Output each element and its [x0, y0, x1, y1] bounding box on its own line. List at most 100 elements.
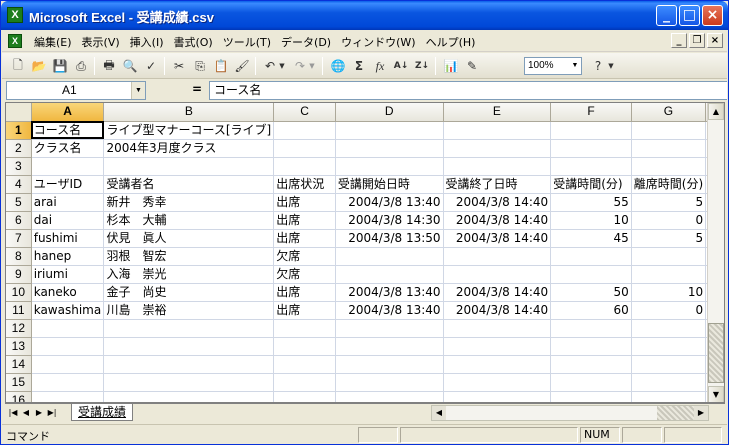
grid-cell[interactable] — [443, 247, 552, 266]
grid-cell[interactable] — [273, 373, 336, 392]
row-header[interactable]: 4 — [6, 175, 32, 194]
permission-icon[interactable]: ⎙ — [71, 56, 91, 76]
grid-cell[interactable] — [103, 391, 275, 402]
grid-cell[interactable] — [335, 319, 444, 338]
spelling-icon[interactable]: ✓ — [141, 56, 161, 76]
grid-cell[interactable] — [335, 337, 444, 356]
grid-cell[interactable] — [335, 121, 444, 140]
toolbar-options-icon[interactable]: ▼ — [606, 56, 616, 76]
row-header[interactable]: 7 — [6, 229, 32, 248]
row-header[interactable]: 2 — [6, 139, 32, 158]
grid-cell[interactable] — [273, 157, 336, 176]
select-all-corner[interactable] — [6, 103, 32, 122]
grid-cell[interactable] — [550, 247, 632, 266]
grid-cell[interactable] — [443, 157, 552, 176]
menu-item[interactable]: 書式(O) — [168, 34, 217, 50]
menu-item[interactable]: ウィンドウ(W) — [336, 34, 420, 50]
redo-dropdown-icon[interactable]: ▼ — [307, 56, 317, 76]
maximize-button[interactable]: □ — [679, 5, 700, 26]
row-header[interactable]: 3 — [6, 157, 32, 176]
grid-cell[interactable]: 2004/3/8 14:40 — [443, 301, 552, 320]
grid-cell[interactable]: 出席 — [273, 211, 336, 230]
last-sheet-icon[interactable]: ▶| — [46, 406, 58, 419]
grid-cell[interactable]: 出席 — [273, 301, 336, 320]
grid-cell[interactable] — [631, 337, 707, 356]
undo-dropdown-icon[interactable]: ▼ — [277, 56, 287, 76]
scroll-left-icon[interactable]: ◀ — [432, 406, 446, 420]
grid-cell[interactable] — [335, 355, 444, 374]
save-icon[interactable]: 💾 — [50, 56, 70, 76]
grid-cell[interactable] — [273, 337, 336, 356]
menu-item[interactable]: ツール(T) — [218, 34, 276, 50]
grid-cell[interactable] — [550, 121, 632, 140]
grid-cell[interactable]: 60 — [550, 301, 632, 320]
grid-cell[interactable] — [335, 265, 444, 284]
grid-cell[interactable]: 5 — [631, 193, 707, 212]
print-preview-icon[interactable]: 🔍 — [120, 56, 140, 76]
row-header[interactable]: 13 — [6, 337, 32, 356]
sheet-tab-active[interactable]: 受講成績 — [71, 404, 134, 421]
scroll-down-icon[interactable]: ▼ — [708, 386, 724, 402]
grid-cell[interactable] — [31, 337, 105, 356]
grid-cell[interactable] — [273, 355, 336, 374]
grid-cell[interactable] — [31, 319, 105, 338]
grid-cell[interactable] — [273, 139, 336, 158]
row-header[interactable]: 12 — [6, 319, 32, 338]
grid-cell[interactable] — [550, 139, 632, 158]
grid-cell[interactable]: 10 — [631, 283, 707, 302]
grid-cell[interactable] — [443, 139, 552, 158]
drawing-icon[interactable]: ✎ — [462, 56, 482, 76]
grid-cell[interactable]: コース名 — [31, 121, 105, 140]
print-icon[interactable]: 🖶 — [99, 56, 119, 76]
grid-cell[interactable] — [103, 319, 275, 338]
grid-cell[interactable]: 2004/3/8 13:40 — [335, 301, 444, 320]
grid-cell[interactable] — [443, 355, 552, 374]
format-painter-icon[interactable]: 🖌 — [232, 56, 252, 76]
grid-cell[interactable]: 50 — [550, 283, 632, 302]
workbook-restore-button[interactable]: ❐ — [689, 33, 705, 48]
grid-cell[interactable] — [273, 121, 336, 140]
grid-cell[interactable] — [550, 373, 632, 392]
sort-ascending-icon[interactable]: A↓ — [391, 56, 411, 76]
grid-cell[interactable] — [631, 373, 707, 392]
grid-cell[interactable] — [443, 391, 552, 402]
chevron-down-icon[interactable]: ▼ — [131, 82, 145, 99]
row-header[interactable]: 14 — [6, 355, 32, 374]
row-header[interactable]: 11 — [6, 301, 32, 320]
row-header[interactable]: 8 — [6, 247, 32, 266]
column-header[interactable]: A — [31, 103, 105, 122]
grid-cell[interactable] — [550, 319, 632, 338]
row-header[interactable]: 16 — [6, 391, 32, 402]
column-header[interactable]: B — [103, 103, 275, 122]
grid-cell[interactable] — [443, 265, 552, 284]
grid-cell[interactable]: 受講者名 — [103, 175, 275, 194]
worksheet-grid[interactable]: ABCDEFG 1 コース名 ライブ型マナーコース[ライブ] 2 クラス名 2004年3月… — [5, 102, 725, 403]
grid-cell[interactable]: 離席時間(分) — [631, 175, 707, 194]
column-header[interactable]: E — [443, 103, 552, 122]
grid-cell[interactable]: 出席 — [273, 229, 336, 248]
grid-cell[interactable]: 受講開始日時 — [335, 175, 444, 194]
row-header[interactable]: 10 — [6, 283, 32, 302]
menu-item[interactable]: データ(D) — [276, 34, 336, 50]
cut-icon[interactable]: ✂ — [169, 56, 189, 76]
close-button[interactable]: × — [702, 5, 723, 26]
grid-cell[interactable] — [631, 319, 707, 338]
grid-cell[interactable] — [631, 355, 707, 374]
column-header[interactable]: F — [550, 103, 632, 122]
grid-cell[interactable]: 川島 崇裕 — [103, 301, 275, 320]
grid-cell[interactable]: arai — [31, 193, 105, 212]
grid-cell[interactable] — [335, 139, 444, 158]
chevron-down-icon[interactable]: ▼ — [569, 58, 581, 74]
open-folder-icon[interactable]: 📂 — [29, 56, 49, 76]
grid-cell[interactable]: 受講終了日時 — [443, 175, 552, 194]
row-header[interactable]: 1 — [6, 121, 32, 140]
grid-cell[interactable]: 2004/3/8 13:40 — [335, 193, 444, 212]
grid-cell[interactable] — [103, 337, 275, 356]
title-bar[interactable]: X Microsoft Excel - 受講成績.csv _ □ × — [1, 1, 728, 30]
grid-cell[interactable] — [31, 157, 105, 176]
zoom-select[interactable]: 100% ▼ — [524, 57, 582, 75]
grid-cell[interactable]: 10 — [550, 211, 632, 230]
grid-cell[interactable] — [31, 355, 105, 374]
grid-cell[interactable]: 2004/3/8 13:40 — [335, 283, 444, 302]
grid-cell[interactable] — [335, 157, 444, 176]
